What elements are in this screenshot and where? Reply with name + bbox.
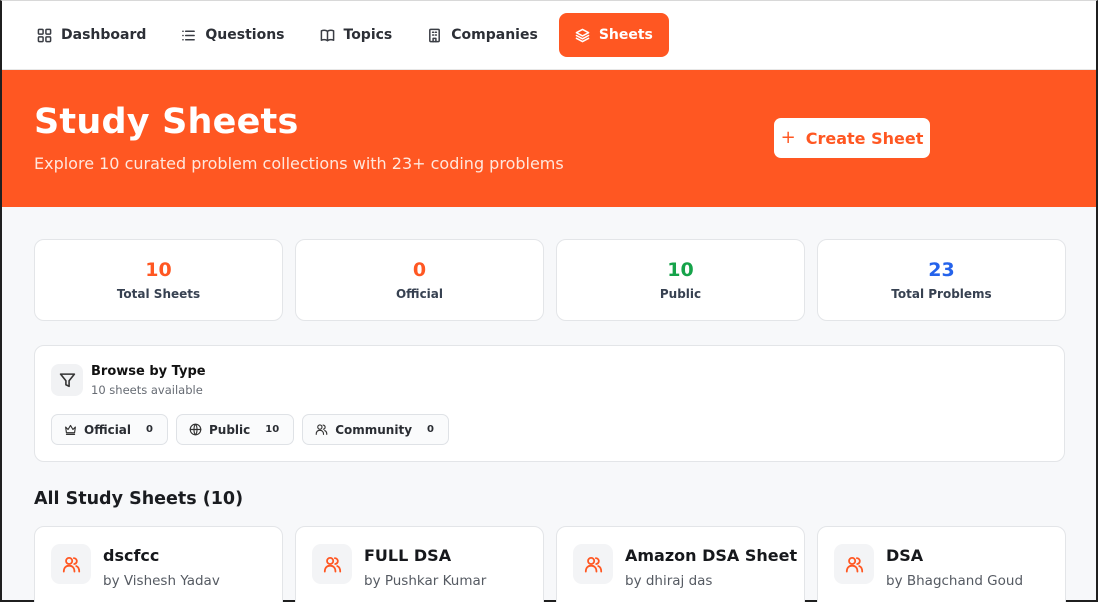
card-icon-box	[573, 544, 613, 584]
sheet-title: DSA	[886, 546, 924, 565]
top-nav: Dashboard Questions Topics Companies She…	[2, 1, 1096, 70]
nav-topics-label: Topics	[343, 27, 393, 43]
chip-community[interactable]: Community 0	[302, 414, 449, 445]
globe-icon	[189, 423, 202, 436]
chip-count: 10	[265, 424, 280, 435]
stat-label: Total Problems	[891, 287, 992, 301]
nav-companies-label: Companies	[451, 27, 538, 43]
stat-total-sheets: 10 Total Sheets	[34, 239, 283, 321]
create-sheet-label: Create Sheet	[805, 128, 924, 148]
type-filter-chips: Official 0 Public 10 Community 0	[51, 414, 449, 445]
stat-label: Total Sheets	[116, 287, 201, 301]
page-subtitle: Explore 10 curated problem collections w…	[34, 154, 564, 173]
stat-value: 10	[145, 259, 172, 281]
sheet-title: FULL DSA	[364, 546, 452, 565]
stat-label: Public	[659, 287, 702, 301]
filter-icon-box	[51, 364, 83, 396]
card-icon-box	[312, 544, 352, 584]
grid-icon	[37, 28, 52, 42]
sheet-author: by Vishesh Yadav	[103, 573, 220, 589]
sheet-card[interactable]: Amazon DSA Sheet by dhiraj das	[556, 526, 805, 602]
nav-questions-label: Questions	[205, 27, 285, 43]
users-icon	[315, 424, 328, 435]
book-icon	[320, 28, 334, 41]
sheet-title: dscfcc	[103, 546, 160, 565]
create-sheet-button[interactable]: + Create Sheet	[774, 118, 930, 158]
stat-label: Official	[395, 287, 444, 301]
sheet-card[interactable]: dscfcc by Vishesh Yadav	[34, 526, 283, 602]
nav-sheets[interactable]: Sheets	[558, 13, 669, 57]
sheet-card[interactable]: FULL DSA by Pushkar Kumar	[295, 526, 544, 602]
sheet-author: by dhiraj das	[625, 573, 713, 589]
stat-value: 23	[928, 259, 955, 281]
stat-value: 0	[412, 259, 427, 281]
users-icon	[62, 556, 80, 573]
card-icon-box	[51, 544, 91, 584]
sheet-cards: dscfcc by Vishesh Yadav FULL DSA by Push…	[34, 526, 1066, 602]
chip-label: Official	[84, 422, 132, 437]
nav-companies[interactable]: Companies	[413, 13, 552, 57]
section-title: All Study Sheets (10)	[34, 489, 244, 509]
crown-icon	[65, 424, 76, 435]
layers-icon	[575, 28, 590, 42]
plus-icon: +	[780, 127, 796, 148]
filter-icon	[59, 372, 75, 387]
users-icon	[323, 556, 341, 573]
card-icon-box	[834, 544, 874, 584]
stats-row: 10 Total Sheets 0 Official 10 Public 23 …	[34, 239, 1066, 321]
chip-official[interactable]: Official 0	[51, 414, 168, 445]
users-icon	[584, 556, 602, 573]
stat-public: 10 Public	[556, 239, 805, 321]
list-icon	[182, 30, 196, 40]
nav-sheets-label: Sheets	[598, 27, 653, 43]
chip-count: 0	[146, 424, 153, 435]
building-icon	[429, 28, 441, 42]
stat-total-problems: 23 Total Problems	[817, 239, 1066, 321]
chip-count: 0	[427, 424, 434, 435]
nav-dashboard-label: Dashboard	[61, 27, 147, 43]
stat-value: 10	[667, 259, 694, 281]
browse-title: Browse by Type	[91, 364, 206, 379]
sheet-card[interactable]: DSA by Bhagchand Goud	[817, 526, 1066, 602]
sheet-author: by Bhagchand Goud	[886, 573, 1024, 589]
nav-questions[interactable]: Questions	[167, 13, 298, 57]
hero-banner: Study Sheets Explore 10 curated problem …	[2, 70, 1096, 207]
chip-public[interactable]: Public 10	[176, 414, 295, 445]
browse-subtitle: 10 sheets available	[91, 383, 203, 397]
users-icon	[845, 556, 863, 573]
nav-dashboard[interactable]: Dashboard	[23, 13, 160, 57]
stat-official: 0 Official	[295, 239, 544, 321]
page-title: Study Sheets	[34, 102, 299, 142]
sheet-title: Amazon DSA Sheet	[625, 546, 798, 565]
browse-by-type-panel: Browse by Type 10 sheets available Offic…	[34, 345, 1065, 462]
chip-label: Public	[209, 422, 251, 437]
chip-label: Community	[335, 422, 413, 437]
nav-topics[interactable]: Topics	[306, 13, 407, 57]
sheet-author: by Pushkar Kumar	[364, 573, 487, 589]
